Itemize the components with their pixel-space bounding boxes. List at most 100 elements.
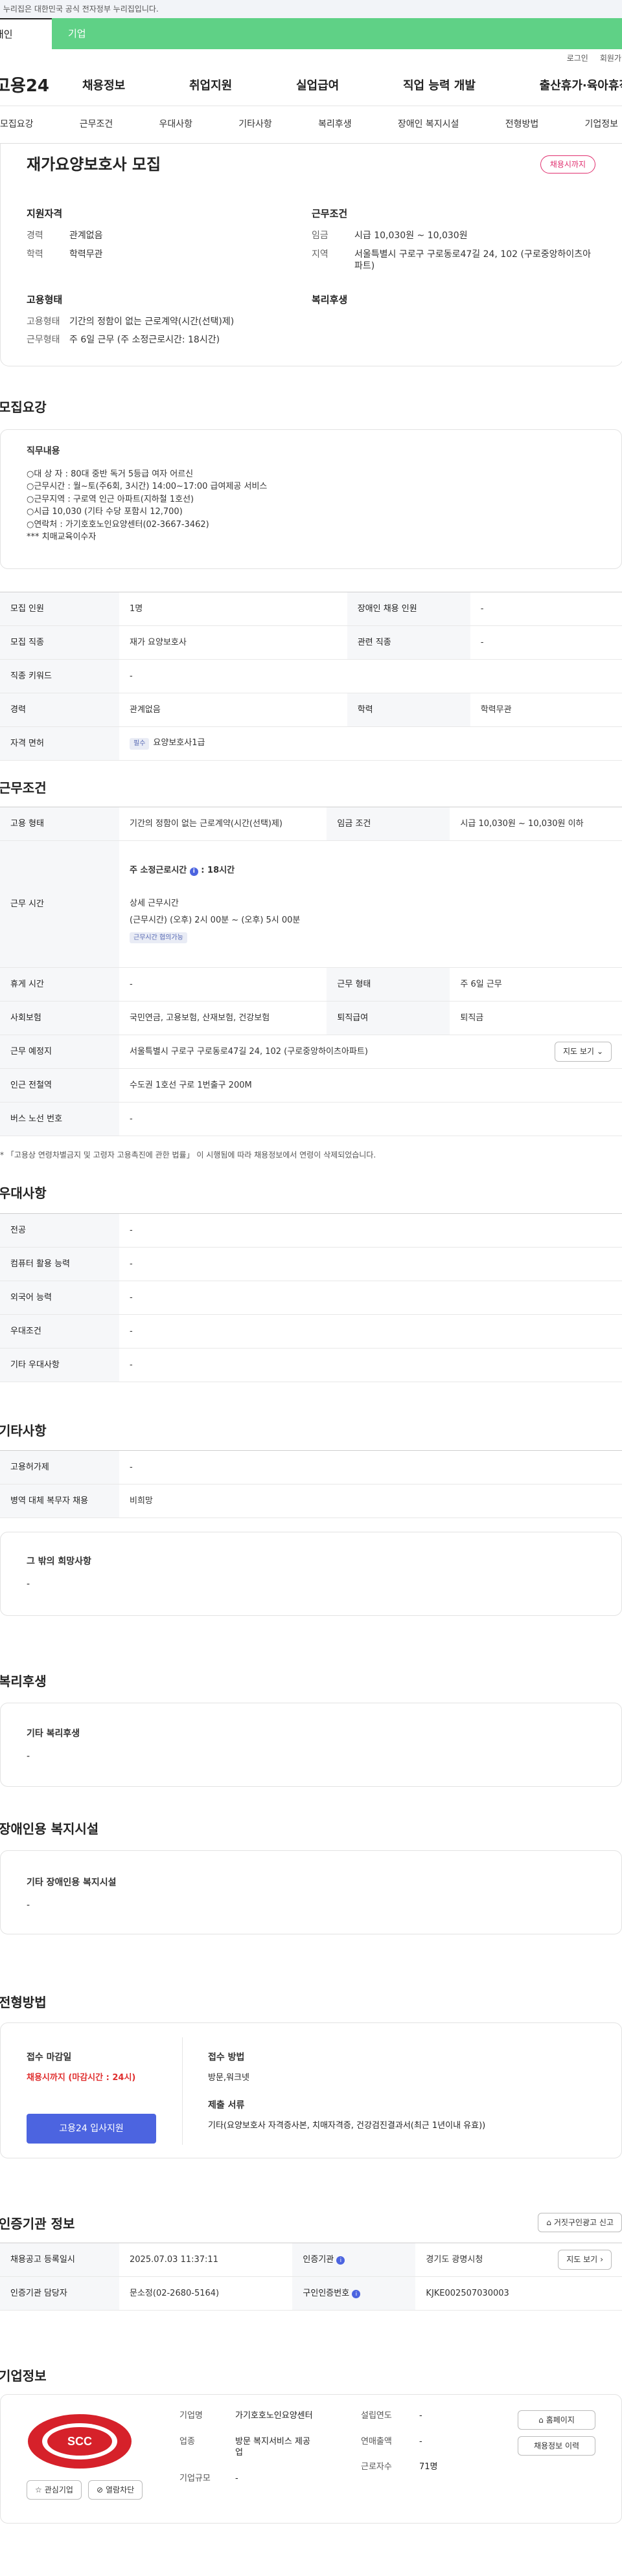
user-type-tabs: 개인 기업 — [0, 18, 622, 49]
table-row: 사회보험 국민연금, 고용보험, 산재보험, 건강보험 퇴직급여 퇴직금 — [0, 1001, 622, 1035]
anchor-company[interactable]: 기업정보 — [584, 118, 618, 131]
cell-label: 인증기관 i — [292, 2243, 416, 2277]
table-row: 전공 - — [0, 1213, 622, 1248]
notice-text: 이 누리집은 대한민국 공식 전자정부 누리집입니다. — [0, 4, 159, 14]
welfare-heading: 복리후생 — [312, 294, 348, 306]
work-heading: 근무조건 — [0, 780, 47, 796]
license-value: 요양보호사1급 — [153, 738, 205, 748]
kv-label: 경력 — [27, 230, 43, 241]
anchor-etc[interactable]: 기타사항 — [238, 118, 272, 131]
table-row: 모집 직종 재가 요양보호사 관련 직종 - — [0, 625, 622, 660]
work-place-cell: 서울특별시 구로구 구로동로47길 24, 102 (구로중앙하이츠아파트) 지도… — [119, 1035, 622, 1069]
info-icon[interactable]: i — [352, 2290, 361, 2299]
job-history-button[interactable]: 채용정보 이력 — [518, 2436, 595, 2456]
cell-value: 비희망 — [119, 1484, 622, 1518]
home-icon: ⌂ — [538, 2415, 544, 2425]
anchor-work-conditions[interactable]: 근무조건 — [80, 118, 113, 131]
employees-label: 근로자수 — [361, 2462, 392, 2472]
favorite-company-button[interactable]: ☆ 관심기업 — [27, 2480, 82, 2500]
anchor-disabled-facility[interactable]: 장애인 복지시설 — [398, 118, 459, 131]
welfare-box: 기타 복리후생 - — [0, 1703, 622, 1787]
block-label: 열람차단 — [106, 2485, 135, 2494]
tab-corporate[interactable]: 기업 — [52, 18, 622, 49]
tab-personal[interactable]: 개인 — [0, 18, 52, 49]
summary-welfare: 복리후생 — [312, 293, 597, 353]
apply-button-label: 고용24 입사지원 — [59, 2123, 124, 2134]
gnb-item-jobs[interactable]: 채용정보 — [82, 78, 125, 94]
cell-value: - — [119, 967, 327, 1002]
anchor-process[interactable]: 전형방법 — [505, 118, 539, 131]
work-section: 근무조건 고용 형태 기간의 정함이 없는 근로계약(시간(선택)제) 임금 조건 시… — [0, 780, 622, 1159]
chevron-down-icon: ⌄ — [596, 1047, 603, 1057]
cell-label: 경력 — [0, 693, 119, 727]
cell-value: KJKE002507030003 — [415, 2276, 622, 2311]
cell-value: 1명 — [119, 592, 347, 626]
cell-label: 자격 면허 — [0, 726, 119, 761]
signup-link[interactable]: 회원가입 — [600, 53, 622, 63]
cell-value: - — [119, 1213, 622, 1248]
recruit-section: 모집요강 직무내용 ○대 상 자 : 80대 중반 독거 5등급 여자 어르신 … — [0, 366, 622, 781]
map-button-label: 지도 보기 — [562, 1047, 594, 1057]
site-logo[interactable]: 고용24 — [0, 75, 82, 98]
cell-label: 모집 인원 — [0, 592, 119, 626]
cell-value: - — [119, 1281, 622, 1315]
cell-label: 직종 키워드 — [0, 659, 119, 693]
name-label: 기업명 — [179, 2411, 203, 2421]
documents-value: 기타(요양보호사 자격증사본, 치매자격증, 건강검진결과서(최근 1년이내 유… — [208, 2121, 486, 2131]
agency-value: 경기도 광명시청 — [426, 2254, 483, 2265]
cell-label: 구인인증번호 i — [292, 2276, 416, 2311]
anchor-recruit[interactable]: 모집요강 — [0, 118, 34, 131]
cell-label: 외국어 능력 — [0, 1281, 119, 1315]
disabled-facility-heading: 장애인용 복지시설 — [0, 1821, 99, 1837]
conditions-heading: 근무조건 — [312, 208, 348, 220]
homepage-label: 홈페이지 — [546, 2415, 575, 2425]
gnb-item-employment-support[interactable]: 취업지원 — [189, 78, 232, 94]
anchor-preferences[interactable]: 우대사항 — [159, 118, 193, 131]
weekly-hours-value: 18시간 — [207, 865, 235, 875]
apply-button[interactable]: 고용24 입사지원 — [27, 2114, 156, 2144]
disabled-facility-box-heading: 기타 장애인용 복지시설 — [27, 1877, 117, 1888]
summary-qualification: 지원자격 경력 관계없음 학력 학력무관 — [27, 207, 312, 279]
summary-conditions: 근무조건 임금 시급 10,030원 ~ 10,030원 지역 서울특별시 구로구 … — [312, 207, 597, 279]
report-fake-ad-button[interactable]: ⌂ 거짓구인광고 신고 — [538, 2213, 622, 2233]
gnb-item-unemployment-benefit[interactable]: 실업급여 — [296, 78, 339, 94]
cell-label: 인근 전철역 — [0, 1068, 119, 1103]
kv-label: 지역 — [312, 249, 328, 260]
summary-employment: 고용형태 고용형태 기간의 정함이 없는 근로계약(시간(선택)제) 근무형태 주 … — [27, 293, 312, 353]
detail-hours-heading: 상세 근무시간 — [130, 899, 179, 909]
anchor-welfare[interactable]: 복리후생 — [318, 118, 352, 131]
cell-label: 고용허가제 — [0, 1450, 119, 1484]
table-row: 외국어 능력 - — [0, 1281, 622, 1315]
other-requests-heading: 그 밖의 희망사항 — [27, 1556, 91, 1567]
age-note: * 「고용상 연령차별금지 및 고령자 고용촉진에 관한 법률」 이 시행됨에 … — [0, 1150, 376, 1159]
cell-value: 국민연금, 고용보험, 산재보험, 건강보험 — [119, 1001, 327, 1035]
gnb-item-vocational-training[interactable]: 직업 능력 개발 — [403, 78, 476, 94]
preferences-heading: 우대사항 — [0, 1185, 47, 1201]
cell-value: 학력무관 — [470, 693, 622, 727]
table-row: 인증기관 담당자 문소정(02-2680-5164) 구인인증번호 i KJKE002… — [0, 2276, 622, 2311]
homepage-button[interactable]: ⌂ 홈페이지 — [518, 2410, 595, 2430]
method-value: 방문,워크넷 — [208, 2073, 249, 2083]
block-view-button[interactable]: ⊘ 열람차단 — [87, 2480, 143, 2500]
kv-value: 시급 10,030원 ~ 10,030원 — [354, 230, 468, 241]
cell-label: 임금 조건 — [327, 807, 450, 841]
gnb-item-parental-leave[interactable]: 출산휴가·육아휴직 — [540, 78, 622, 94]
table-row: 모집 인원 1명 장애인 채용 인원 - — [0, 592, 622, 626]
map-button[interactable]: 지도 보기 ⌄ — [554, 1042, 612, 1062]
cell-label: 기타 우대사항 — [0, 1348, 119, 1382]
kv-value: 기간의 정함이 없는 근로계약(시간(선택)제) — [69, 316, 235, 327]
cell-value: - — [119, 1314, 622, 1349]
info-icon[interactable]: i — [189, 867, 198, 876]
agency-map-button[interactable]: 지도 보기 › — [558, 2250, 612, 2270]
preferences-section: 우대사항 전공 - 컴퓨터 활용 능력 - 외국어 능력 - 우대조건 - 기타 우대사… — [0, 1167, 622, 1413]
duty-line: ○대 상 자 : 80대 중반 독거 5등급 여자 어르신 — [27, 469, 194, 479]
company-logo: SCC — [27, 2413, 133, 2470]
map-button-label: 지도 보기 — [566, 2255, 598, 2265]
duty-heading: 직무내용 — [27, 446, 60, 456]
info-icon[interactable]: i — [336, 2256, 345, 2265]
table-row: 우대조건 - — [0, 1314, 622, 1349]
disabled-facility-box-value: - — [27, 1899, 30, 1910]
weekly-hours-label: 주 소정근로시간 — [130, 865, 187, 875]
job-history-label: 채용정보 이력 — [533, 2441, 580, 2451]
login-link[interactable]: 로그인 — [567, 53, 588, 63]
